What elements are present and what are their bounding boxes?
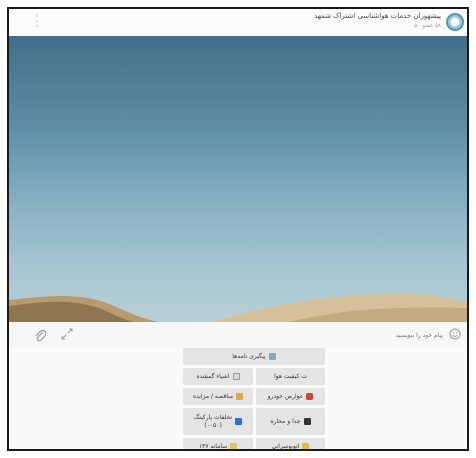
keyboard-button-parking[interactable]: تخلفات پارکینگ (۰۰۵۰) xyxy=(183,408,253,435)
app-window: · · · پیشهوران خدمات هواشناسی اشتراک شمهد … xyxy=(7,7,469,451)
keyboard-button-137[interactable]: سامانه ۱۳۷ xyxy=(183,438,253,449)
keyboard-button-air-quality[interactable]: ت کیفیت هوا xyxy=(256,368,325,385)
car-icon xyxy=(306,393,314,400)
wrench-icon xyxy=(230,443,238,449)
bus-icon xyxy=(302,443,310,449)
smile-icon[interactable] xyxy=(449,328,461,340)
flag-icon xyxy=(303,418,311,425)
expand-icon[interactable] xyxy=(61,328,73,340)
parking-icon xyxy=(235,418,243,425)
desert-sky-photo[interactable] xyxy=(9,36,467,322)
keyboard-button-tenders[interactable]: مناقصه / مزایده xyxy=(183,388,253,405)
keyboard-button-routes[interactable]: جدا و مخاره xyxy=(256,408,325,435)
more-vertical-icon[interactable]: · · · xyxy=(34,13,40,32)
channel-title[interactable]: پیشهوران خدمات هواشناسی اشتراک شمهد xyxy=(314,12,441,20)
megaphone-icon xyxy=(236,393,244,400)
keyboard-button-letters[interactable]: پیگیری نامه‌ها xyxy=(183,348,325,365)
paperclip-icon[interactable] xyxy=(34,328,46,342)
keyboard-button-car-tolls[interactable]: عوارض خودرو xyxy=(256,388,325,405)
keyboard-button-bus[interactable]: اتوبوسرانی xyxy=(256,438,325,449)
channel-subtitle: ۵۸ عضو · ۵ xyxy=(414,23,441,29)
message-composer xyxy=(9,322,467,348)
keyboard-button-lost-items[interactable]: اشیاء گمشده xyxy=(183,368,253,385)
chat-header: · · · پیشهوران خدمات هواشناسی اشتراک شمهد … xyxy=(9,9,467,36)
sand-dunes xyxy=(9,293,467,322)
mail-icon xyxy=(268,353,276,360)
caption-input[interactable] xyxy=(293,329,443,341)
search-icon xyxy=(232,373,240,380)
channel-logo[interactable] xyxy=(446,13,464,31)
